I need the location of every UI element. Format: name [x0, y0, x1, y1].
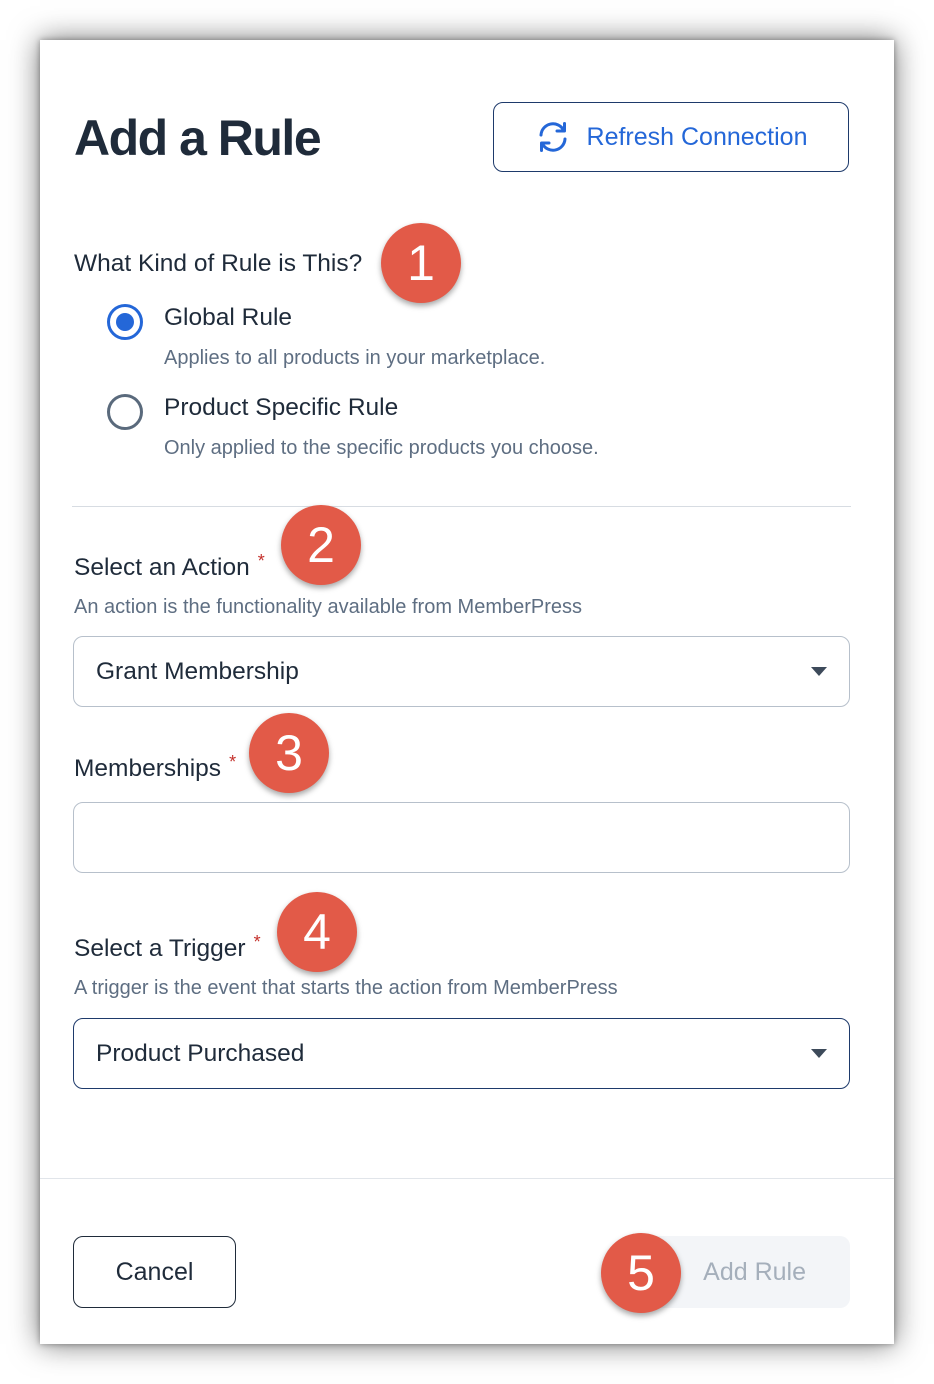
refresh-connection-label: Refresh Connection	[586, 122, 808, 151]
global-rule-label[interactable]: Global Rule	[164, 303, 292, 333]
product-specific-rule-radio[interactable]	[107, 394, 143, 430]
action-label-row: Select an Action *	[74, 551, 265, 584]
annotation-badge-1: 1	[381, 223, 461, 303]
refresh-icon	[535, 121, 571, 153]
chevron-down-icon	[811, 1049, 827, 1058]
annotation-badge-5: 5	[601, 1233, 681, 1313]
screenshot-stage: Add a Rule Refresh Connection What Kind …	[0, 0, 934, 1384]
action-label: Select an Action	[74, 554, 250, 581]
add-rule-label: Add Rule	[703, 1257, 806, 1286]
modal-title: Add a Rule	[74, 110, 322, 166]
annotation-badge-2: 2	[281, 505, 361, 585]
annotation-badge-3: 3	[249, 713, 329, 793]
product-specific-rule-description: Only applied to the specific products yo…	[164, 437, 599, 459]
memberships-label-row: Memberships *	[74, 752, 237, 785]
action-required-marker: *	[257, 551, 265, 571]
action-select-value: Grant Membership	[96, 657, 299, 685]
chevron-down-icon	[811, 667, 827, 676]
trigger-select[interactable]: Product Purchased	[73, 1018, 850, 1089]
trigger-label: Select a Trigger	[74, 935, 246, 962]
footer-divider	[40, 1178, 894, 1179]
memberships-label: Memberships	[74, 755, 222, 782]
section-divider	[72, 506, 851, 507]
trigger-required-marker: *	[253, 932, 261, 952]
memberships-input[interactable]	[73, 802, 850, 873]
global-rule-radio[interactable]	[107, 304, 143, 340]
product-specific-rule-label[interactable]: Product Specific Rule	[164, 393, 398, 423]
rule-type-question: What Kind of Rule is This?	[74, 250, 363, 277]
annotation-badge-4: 4	[277, 892, 357, 972]
action-select[interactable]: Grant Membership	[73, 636, 850, 707]
trigger-select-value: Product Purchased	[96, 1039, 305, 1067]
refresh-connection-button[interactable]: Refresh Connection	[493, 102, 849, 172]
action-help-text: An action is the functionality available…	[74, 596, 583, 618]
trigger-label-row: Select a Trigger *	[74, 932, 261, 965]
cancel-button[interactable]: Cancel	[73, 1236, 236, 1308]
global-rule-description: Applies to all products in your marketpl…	[164, 347, 546, 369]
trigger-help-text: A trigger is the event that starts the a…	[74, 977, 618, 999]
memberships-required-marker: *	[229, 752, 237, 772]
add-rule-modal: Add a Rule Refresh Connection What Kind …	[40, 40, 894, 1344]
